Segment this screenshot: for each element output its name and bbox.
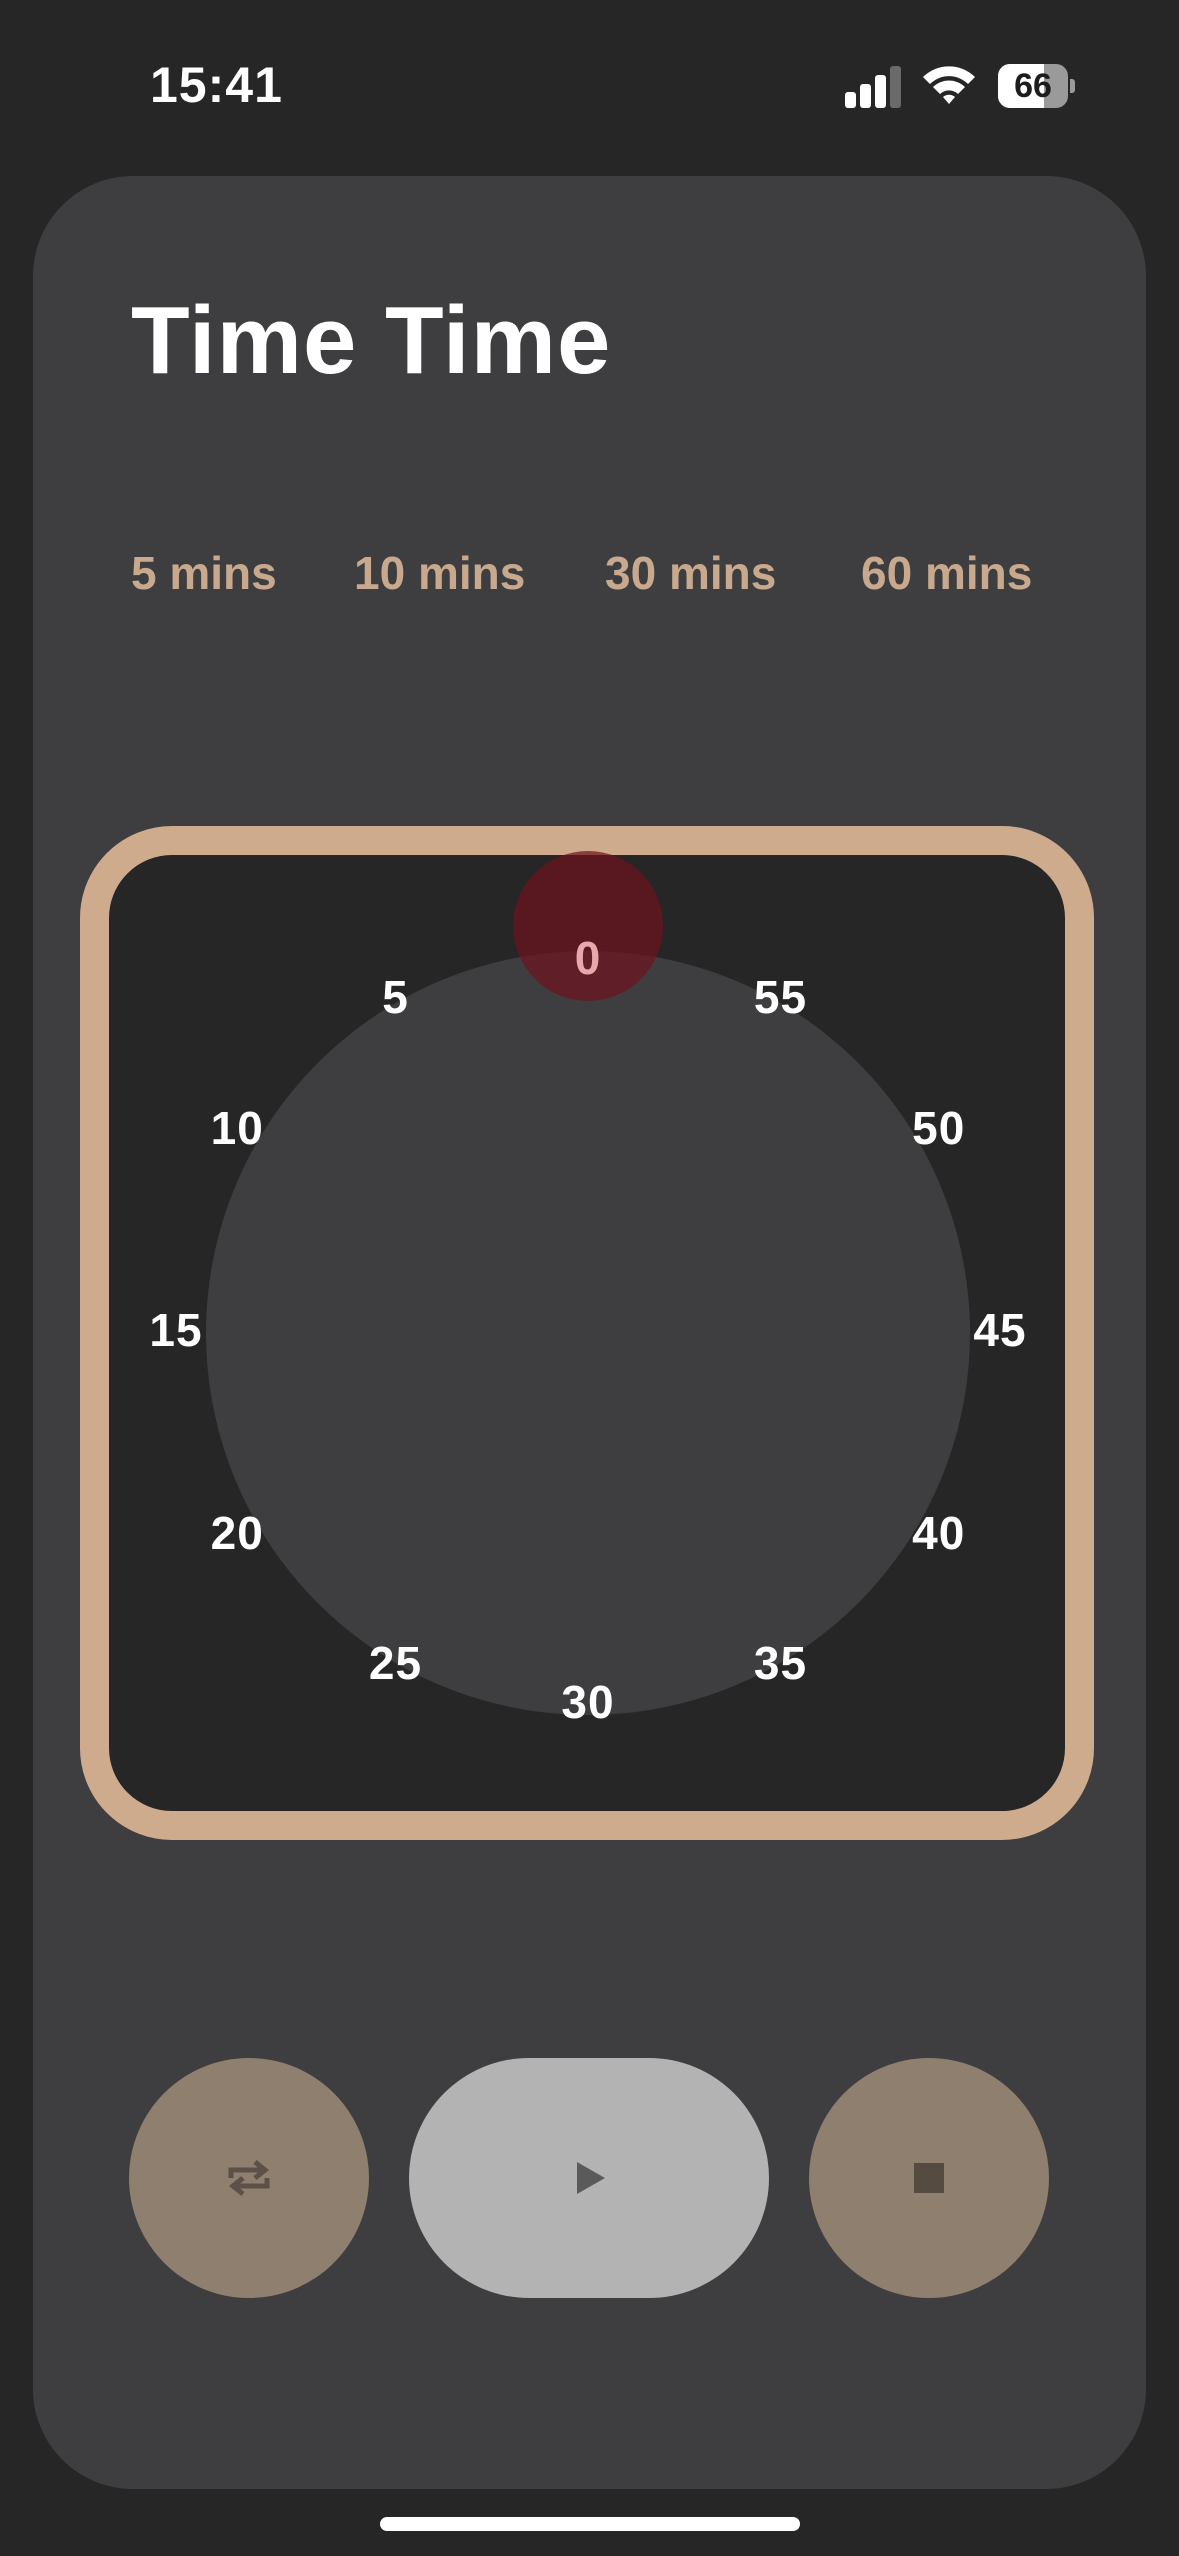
play-button[interactable] — [409, 2058, 769, 2298]
repeat-button[interactable] — [129, 2058, 369, 2298]
battery-tip — [1070, 79, 1075, 93]
timer-card: Time Time 5 mins 10 mins 30 mins 60 mins… — [33, 176, 1146, 2489]
preset-60-mins[interactable]: 60 mins — [861, 546, 1032, 600]
cellular-signal-icon — [845, 66, 903, 108]
app-title: Time Time — [131, 287, 612, 394]
preset-10-mins[interactable]: 10 mins — [354, 546, 525, 600]
dial-label-0: 0 — [574, 932, 602, 984]
dial-label-10: 10 — [210, 1101, 264, 1154]
preset-5-mins[interactable]: 5 mins — [131, 546, 277, 600]
battery-body: 66 — [998, 64, 1068, 108]
dial-label-35: 35 — [753, 1637, 808, 1690]
dial-label-5: 5 — [382, 970, 409, 1023]
battery-percent: 66 — [1014, 67, 1052, 105]
wifi-icon — [920, 60, 978, 110]
repeat-icon — [228, 2160, 270, 2196]
home-indicator[interactable] — [380, 2517, 800, 2531]
preset-30-mins[interactable]: 30 mins — [605, 546, 776, 600]
dial-label-30: 30 — [561, 1676, 615, 1728]
play-icon — [577, 2162, 605, 2194]
dial-face[interactable] — [206, 951, 970, 1715]
dial-label-45: 45 — [973, 1304, 1027, 1356]
stop-button[interactable] — [809, 2058, 1049, 2298]
dial-label-55: 55 — [753, 970, 808, 1023]
stop-icon — [914, 2163, 944, 2193]
dial-label-25: 25 — [368, 1637, 423, 1690]
dial-label-15: 15 — [149, 1304, 203, 1356]
dial-frame: 0 5 10 15 20 25 30 35 40 45 50 55 — [80, 826, 1094, 1840]
status-time: 15:41 — [150, 57, 283, 113]
dial-label-50: 50 — [912, 1101, 966, 1154]
preset-list: 5 mins 10 mins 30 mins 60 mins — [131, 546, 1091, 606]
dial-label-40: 40 — [912, 1506, 966, 1559]
controls — [33, 2058, 1146, 2298]
status-bar: 15:41 66 — [0, 0, 1179, 175]
dial-label-20: 20 — [210, 1506, 264, 1559]
battery-icon: 66 — [998, 64, 1075, 108]
